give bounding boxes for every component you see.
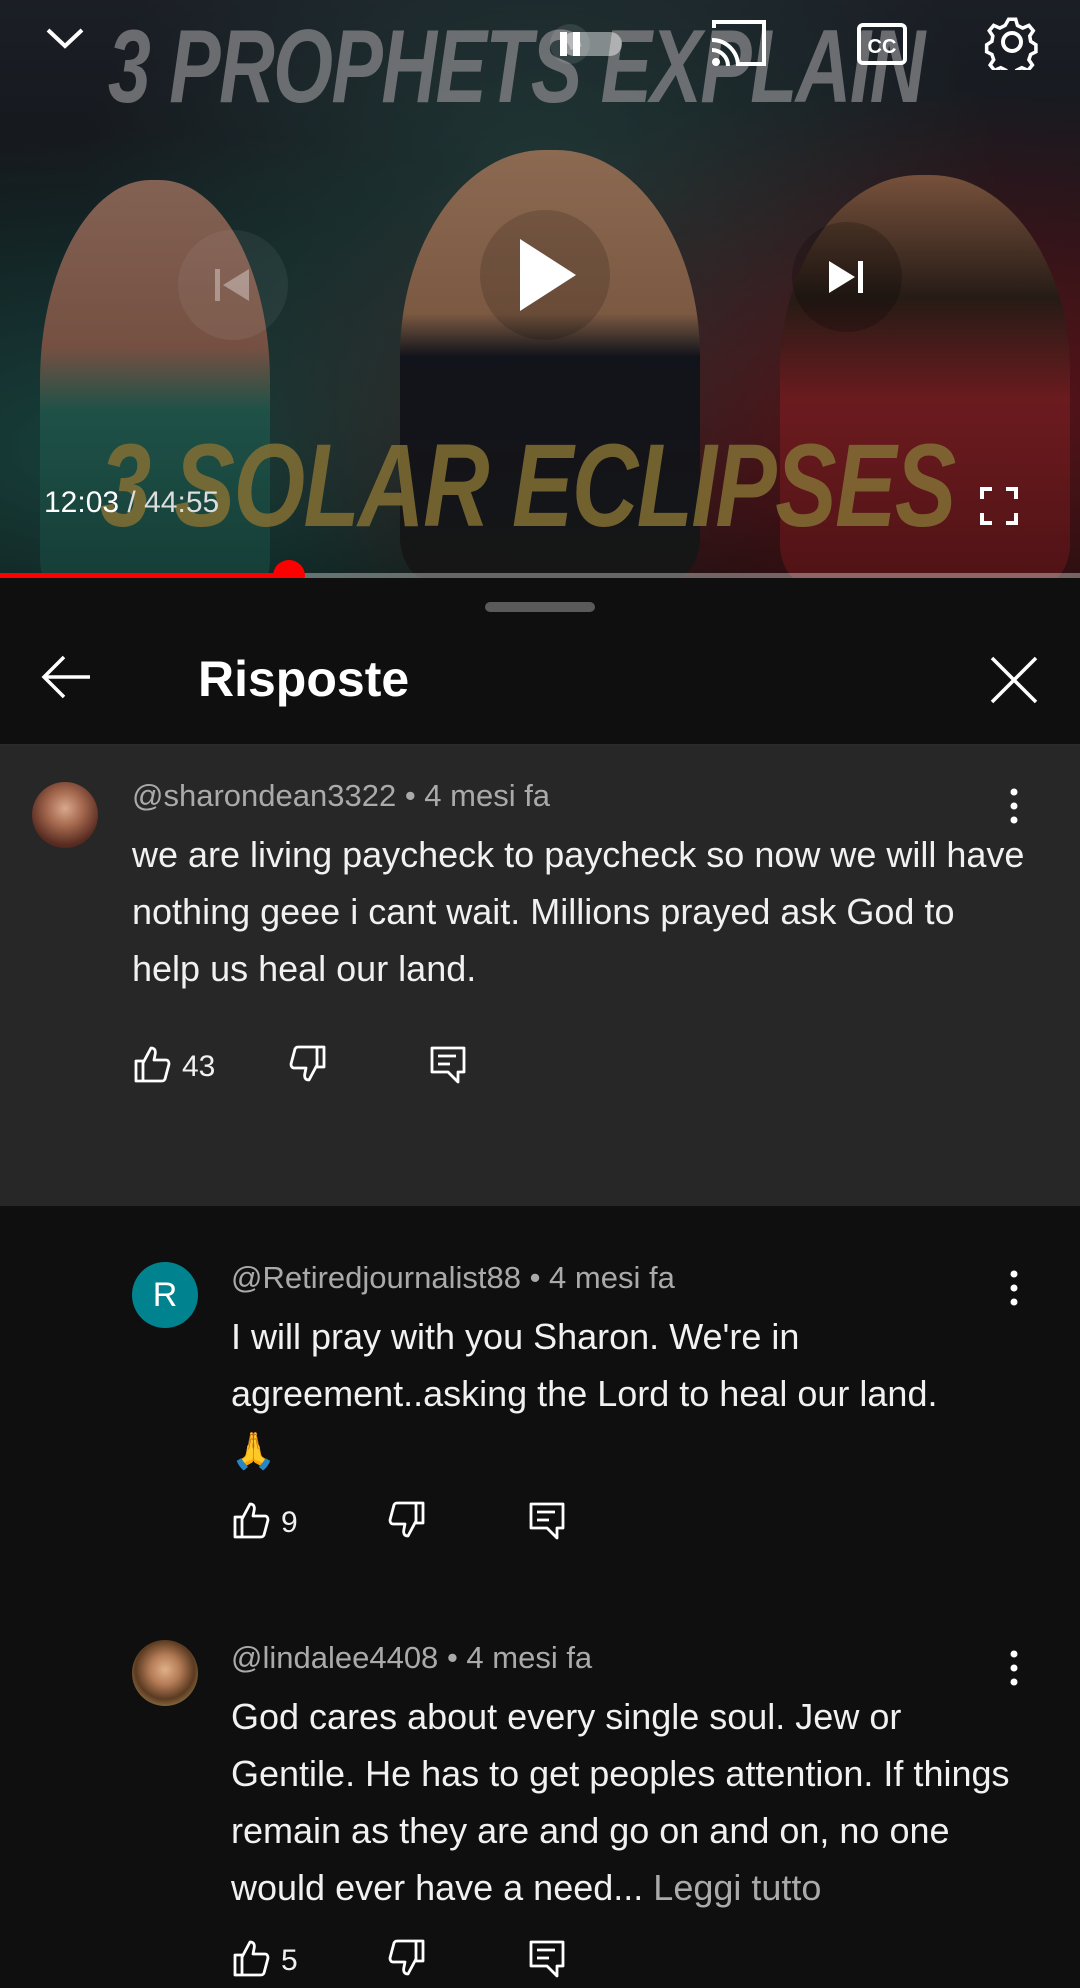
more-vertical-icon[interactable] (1004, 1648, 1024, 1693)
dislike-button[interactable] (387, 1500, 427, 1545)
avatar[interactable] (132, 1640, 198, 1706)
reply-button[interactable] (527, 1500, 567, 1547)
comment-text: we are living paycheck to paycheck so no… (132, 834, 1025, 989)
avatar-letter: R (152, 1275, 178, 1314)
thumbs-up-icon (231, 1938, 271, 1983)
comment-author[interactable]: @Retiredjournalist88 (231, 1260, 521, 1295)
progress-played (0, 573, 290, 578)
more-vertical-icon[interactable] (1004, 786, 1024, 831)
reply-button[interactable] (527, 1938, 567, 1985)
like-count: 9 (281, 1505, 298, 1539)
like-count: 5 (281, 1943, 298, 1977)
dislike-button[interactable] (387, 1938, 427, 1983)
thumbs-up-icon (132, 1044, 172, 1089)
close-icon[interactable] (988, 654, 1040, 711)
current-time: 12:03 (44, 486, 120, 519)
avatar[interactable] (32, 782, 98, 848)
video-player[interactable]: 3 PROPHETS EXPLAIN 3 SOLAR ECLIPSES CC 1… (0, 0, 1080, 578)
duration: 44:55 (144, 486, 220, 519)
comment-text-body: I will pray with you Sharon. We're in ag… (231, 1316, 938, 1414)
comment-actions: 5 (231, 1938, 631, 1988)
dislike-button[interactable] (288, 1044, 328, 1089)
comment-text: God cares about every single soul. Jew o… (231, 1688, 1021, 1916)
comment-meta: @lindalee4408 • 4 mesi fa (231, 1640, 592, 1676)
comment-actions: 43 (132, 1044, 532, 1094)
like-button[interactable]: 9 (231, 1500, 298, 1545)
reply-comment: R @Retiredjournalist88 • 4 mesi fa I wil… (0, 1206, 1080, 1586)
reply-comment: @lindalee4408 • 4 mesi fa God cares abou… (0, 1586, 1080, 1978)
panel-title: Risposte (198, 651, 410, 707)
like-count: 43 (182, 1049, 216, 1083)
like-button[interactable]: 43 (132, 1044, 215, 1089)
more-vertical-icon[interactable] (1004, 1268, 1024, 1313)
reply-button[interactable] (428, 1044, 468, 1091)
thumbs-down-icon (288, 1044, 328, 1089)
time-separator: / (127, 486, 136, 519)
reply-icon (428, 1044, 468, 1091)
gear-icon[interactable] (984, 14, 1040, 70)
arrow-left-icon[interactable] (40, 654, 94, 705)
time-display: 12:03 / 44:55 (44, 486, 219, 520)
fullscreen-icon[interactable] (974, 484, 1024, 528)
emoji: 🙏 (231, 1430, 276, 1471)
reply-icon (527, 1500, 567, 1547)
thumbs-up-icon (231, 1500, 271, 1545)
read-more-link[interactable]: Leggi tutto (653, 1867, 821, 1908)
drag-handle[interactable] (485, 602, 595, 612)
parent-comment: @sharondean3322 • 4 mesi fa we are livin… (0, 746, 1080, 1206)
comment-time: • 4 mesi fa (404, 778, 551, 813)
skip-next-icon[interactable] (792, 222, 902, 332)
chevron-down-icon[interactable] (38, 18, 92, 58)
cast-icon[interactable] (708, 18, 768, 70)
replies-panel: Risposte @sharondean3322 • 4 mesi fa we … (0, 580, 1080, 1978)
progress-bar[interactable] (0, 560, 1080, 578)
avatar[interactable]: R (132, 1262, 198, 1328)
svg-text:CC: CC (868, 36, 897, 58)
comment-text-body: God cares about every single soul. Jew o… (231, 1696, 1010, 1908)
thumbs-down-icon (387, 1938, 427, 1983)
comment-author[interactable]: @lindalee4408 (231, 1640, 438, 1675)
captions-icon[interactable]: CC (856, 22, 908, 66)
play-icon[interactable] (480, 210, 610, 340)
reply-icon (527, 1938, 567, 1985)
comment-time: • 4 mesi fa (446, 1640, 593, 1675)
comment-time: • 4 mesi fa (529, 1260, 675, 1295)
skip-previous-icon[interactable] (178, 230, 288, 340)
thumbs-down-icon (387, 1500, 427, 1545)
comment-actions: 9 (231, 1500, 631, 1550)
comment-meta: @sharondean3322 • 4 mesi fa (132, 778, 550, 814)
comment-author[interactable]: @sharondean3322 (132, 778, 396, 813)
comment-text: I will pray with you Sharon. We're in ag… (231, 1308, 1031, 1479)
autoplay-toggle[interactable] (540, 22, 640, 66)
comment-meta: @Retiredjournalist88 • 4 mesi fa (231, 1260, 675, 1296)
panel-header: Risposte (0, 630, 1080, 724)
like-button[interactable]: 5 (231, 1938, 298, 1983)
